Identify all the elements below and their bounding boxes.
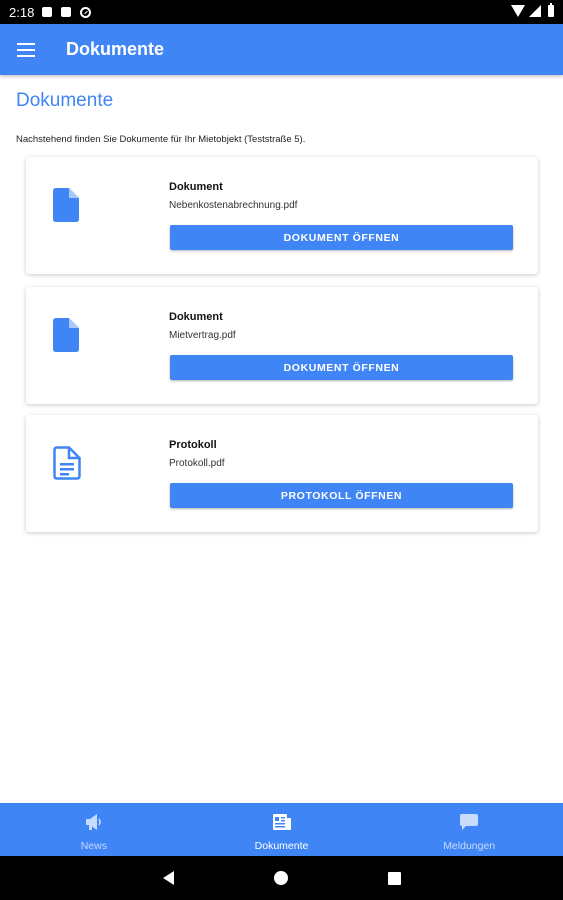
home-icon[interactable] (273, 871, 288, 885)
newspaper-icon (272, 813, 292, 836)
notification-icon (42, 7, 53, 17)
status-bar: 2:18 (0, 0, 563, 24)
nav-label-news: News (80, 840, 107, 852)
file-icon (53, 318, 79, 357)
signal-icon (529, 5, 541, 17)
nav-label-dokumente: Dokumente (254, 840, 309, 852)
megaphone-icon (84, 813, 104, 836)
nav-label-meldungen: Meldungen (443, 840, 496, 852)
chat-bubble-icon (459, 813, 479, 836)
recent-apps-icon[interactable] (387, 871, 401, 885)
document-card: Dokument Nebenkostenabrechnung.pdf DOKUM… (26, 157, 538, 274)
card-filename: Nebenkostenabrechnung.pdf (169, 200, 298, 211)
file-text-outline-icon (53, 446, 81, 485)
card-title: Dokument (169, 311, 223, 323)
wifi-icon (511, 5, 525, 17)
system-navigation-bar (0, 856, 563, 900)
nav-item-dokumente[interactable]: Dokumente (188, 803, 376, 856)
app-bar-title: Dokumente (66, 39, 165, 59)
intro-text: Nachstehend finden Sie Dokumente für Ihr… (16, 134, 306, 145)
open-document-button[interactable]: DOKUMENT ÖFFNEN (170, 355, 513, 380)
card-filename: Protokoll.pdf (169, 458, 225, 469)
nav-item-meldungen[interactable]: Meldungen (375, 803, 563, 856)
open-protocol-button[interactable]: PROTOKOLL ÖFFNEN (170, 483, 513, 508)
sd-card-icon (61, 7, 72, 17)
nav-item-news[interactable]: News (0, 803, 188, 856)
protocol-card: Protokoll Protokoll.pdf PROTOKOLL ÖFFNEN (26, 415, 538, 532)
back-icon[interactable] (162, 871, 174, 885)
data-saver-icon (80, 6, 92, 18)
card-filename: Mietvertrag.pdf (169, 330, 236, 341)
battery-icon (548, 3, 554, 17)
open-document-button[interactable]: DOKUMENT ÖFFNEN (170, 225, 513, 250)
bottom-navigation: News Dokumente Meldungen (0, 803, 563, 856)
menu-icon[interactable] (17, 38, 41, 62)
app-bar: Dokumente (0, 24, 563, 75)
page-title: Dokumente (16, 90, 114, 111)
file-icon (53, 188, 79, 227)
card-title: Protokoll (169, 439, 217, 451)
status-time: 2:18 (9, 4, 35, 20)
document-card: Dokument Mietvertrag.pdf DOKUMENT ÖFFNEN (26, 287, 538, 404)
card-title: Dokument (169, 181, 223, 193)
